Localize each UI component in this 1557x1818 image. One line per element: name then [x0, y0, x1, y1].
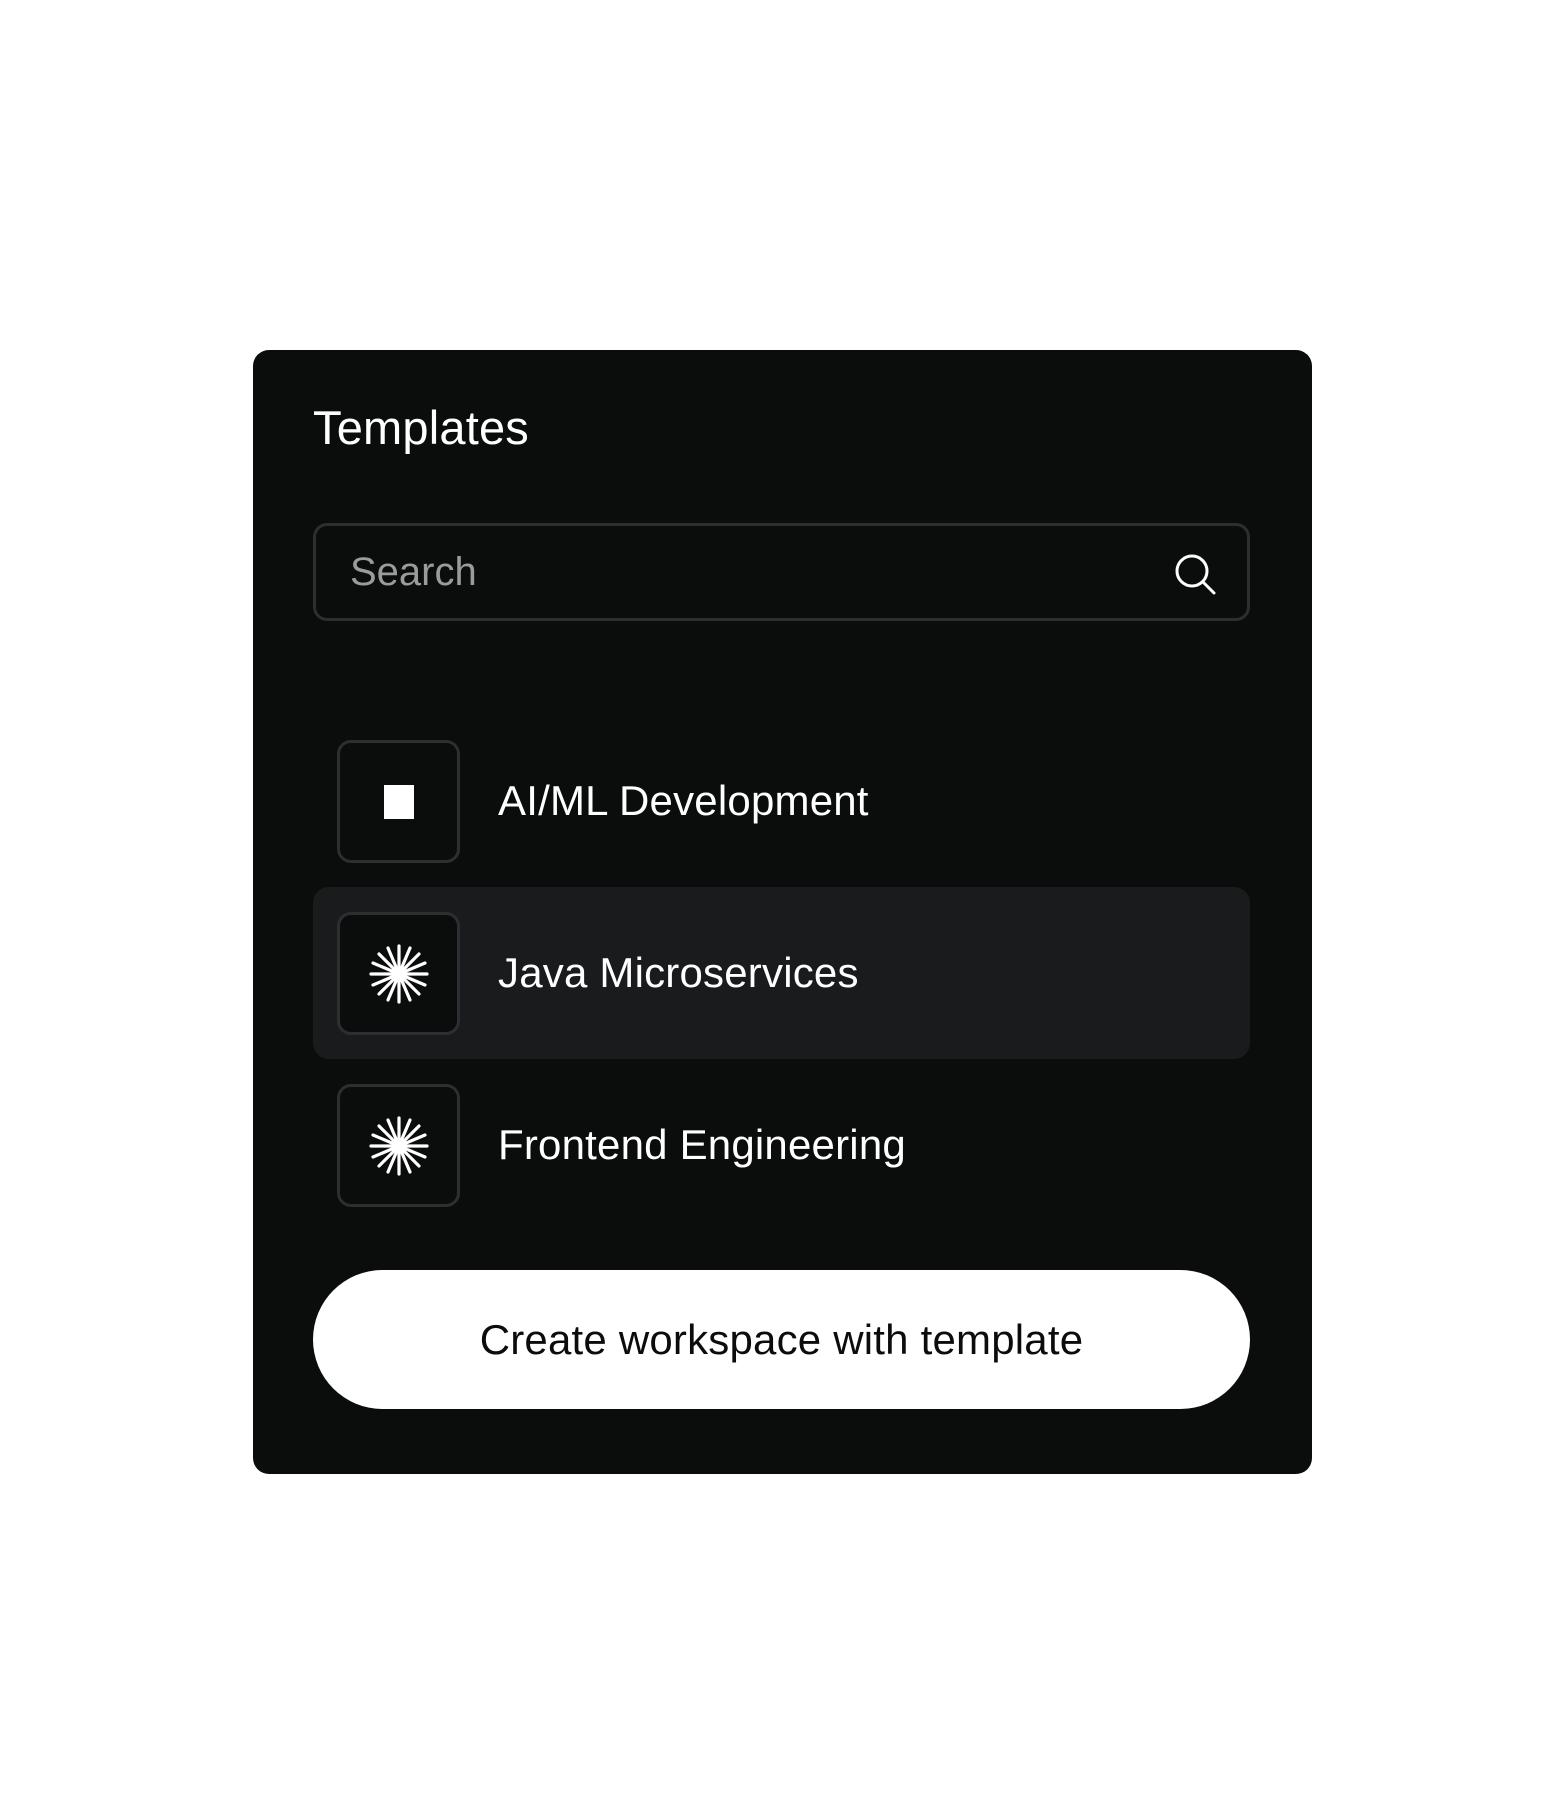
- template-item-label: Java Microservices: [498, 949, 859, 996]
- square-icon: [383, 784, 414, 819]
- template-item-ai-ml-development[interactable]: AI/ML Development: [313, 715, 1250, 887]
- template-icon-box: [337, 912, 460, 1035]
- template-icon-box: [337, 1084, 460, 1207]
- template-item-java-microservices[interactable]: Java Microservices: [313, 887, 1250, 1059]
- templates-panel: Templates AI/ML Development: [253, 350, 1312, 1474]
- search-box[interactable]: [313, 523, 1250, 621]
- create-workspace-button[interactable]: Create workspace with template: [313, 1270, 1250, 1409]
- search-icon[interactable]: [1173, 552, 1217, 596]
- template-icon-box: [337, 740, 460, 863]
- search-input[interactable]: [350, 526, 1150, 618]
- asterisk-icon: [368, 1115, 429, 1176]
- asterisk-icon: [368, 943, 429, 1004]
- template-item-label: Frontend Engineering: [498, 1121, 906, 1168]
- template-item-frontend-engineering[interactable]: Frontend Engineering: [313, 1059, 1250, 1231]
- panel-title: Templates: [313, 401, 530, 454]
- template-item-label: AI/ML Development: [498, 777, 869, 824]
- template-list: AI/ML Development Java Microservices Fro…: [313, 715, 1250, 1231]
